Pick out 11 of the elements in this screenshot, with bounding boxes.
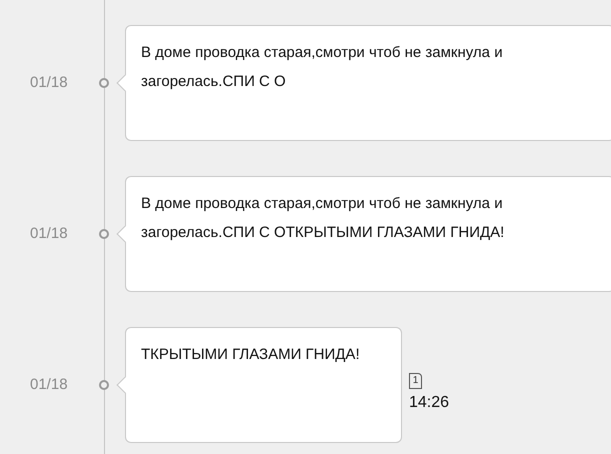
message-bubble[interactable]: В доме проводка старая,смотри чтоб не замкнула и загорелась.СПИ С ОТКРЫТЫМИ ГЛАЗАМИ ГНИДА! bbox=[125, 176, 611, 292]
message-text: ТКРЫТЫМИ ГЛАЗАМИ ГНИДА! bbox=[141, 345, 361, 365]
message-date: 01/18 bbox=[29, 374, 69, 395]
message-text: В доме проводка старая,смотри чтоб не замкнула и загорелась.СПИ С О bbox=[141, 43, 504, 92]
message-time: 14:26 bbox=[409, 393, 450, 413]
message-bubble[interactable]: ТКРЫТЫМИ ГЛАЗАМИ ГНИДА! bbox=[125, 327, 402, 443]
sim-card-icon: 1 bbox=[409, 373, 422, 389]
message-date: 01/18 bbox=[29, 224, 69, 244]
message-text: В доме проводка старая,смотри чтоб не замкнула и загорелась.СПИ С ОТКРЫТЫМИ ГЛАЗАМИ ГНИДА! bbox=[141, 194, 506, 243]
message-bubble[interactable]: В доме проводка старая,смотри чтоб не замкнула и загорелась.СПИ С О bbox=[125, 25, 611, 141]
message-date: 01/18 bbox=[29, 72, 69, 93]
